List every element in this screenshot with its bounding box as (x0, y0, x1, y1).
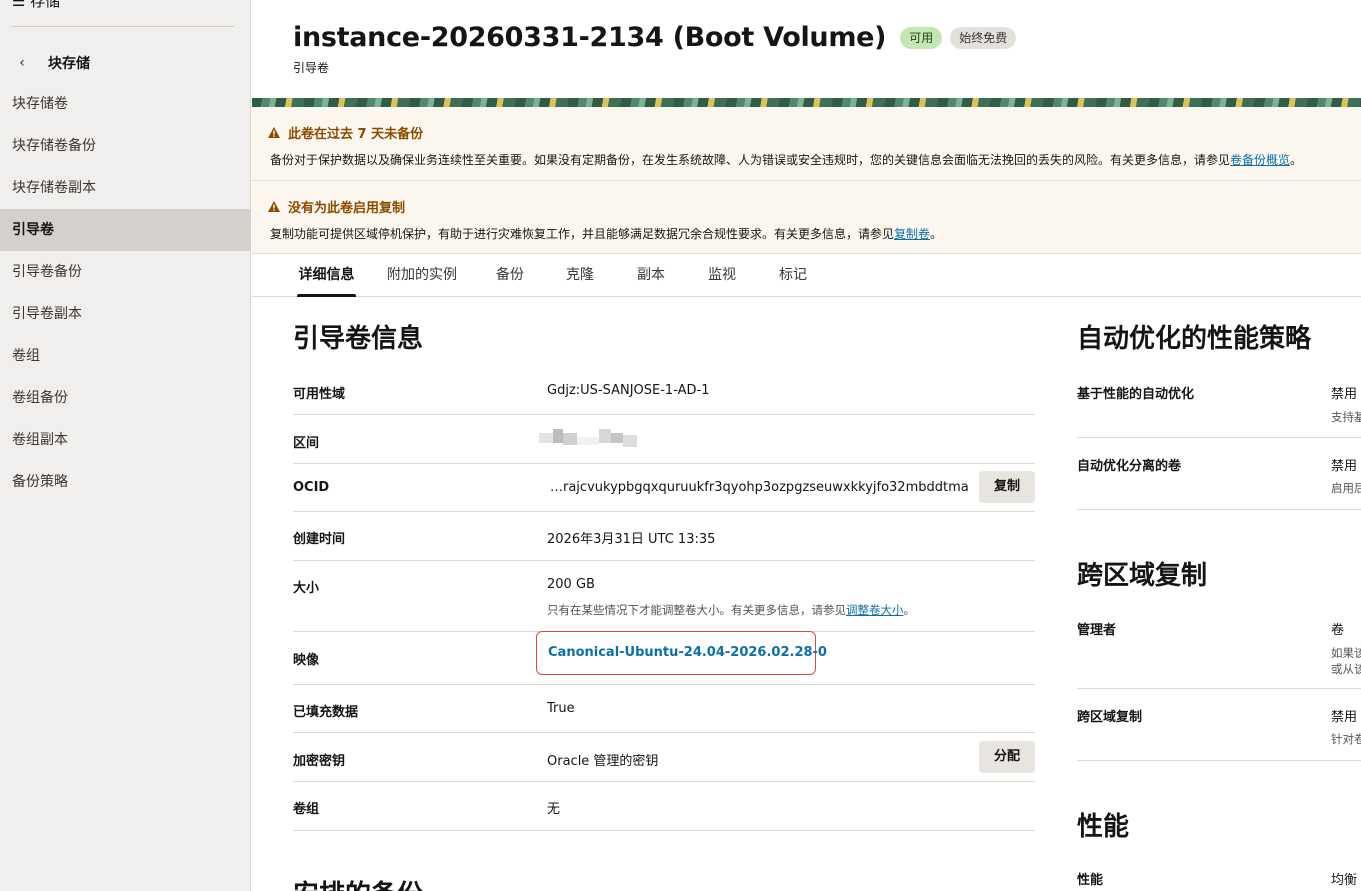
perf-policy-list: 基于性能的自动优化 禁用 支持基 自动优化分离的卷 禁用 启用后 (1077, 366, 1361, 510)
row-compartment: 区间 (293, 415, 1035, 464)
detached-auto-tune-value: 禁用 (1331, 459, 1358, 474)
sidebar: ☰ 存储 ‹ 块存储 块存储卷 块存储卷备份 块存储卷副本 引导卷 引导卷备份 … (0, 0, 251, 891)
image-link[interactable]: Canonical-Ubuntu-24.04-2026.02.28-0 (536, 631, 827, 675)
size-value: 200 GB (547, 577, 595, 592)
page-title: instance-20260331-2134 (Boot Volume) (293, 22, 887, 53)
row-detached-auto-tune: 自动优化分离的卷 禁用 启用后 (1077, 438, 1361, 510)
performance-title: 性能 (1077, 812, 1130, 842)
row-perf-auto-tune: 基于性能的自动优化 禁用 支持基 (1077, 366, 1361, 438)
menu-icon: ☰ (12, 0, 31, 10)
row-created: 创建时间 2026年3月31日 UTC 13:35 (293, 512, 1035, 561)
sidebar-item-backup-policies[interactable]: 备份策略 (0, 461, 251, 503)
alert-body: 复制功能可提供区域停机保护，有助于进行灾难恢复工作，并且能够满足数据冗余合规性要… (270, 227, 943, 241)
sidebar-section-title: 块存储 (48, 56, 90, 72)
sidebar-item-boot-volume-backups[interactable]: 引导卷备份 (0, 251, 251, 293)
sidebar-top-label[interactable]: ☰ 存储 (12, 0, 60, 11)
replicate-volume-link[interactable]: 复制卷 (894, 227, 930, 241)
managed-by-value: 卷 (1331, 623, 1345, 638)
row-encryption-key: 加密密钥 Oracle 管理的密钥 分配 (293, 733, 1035, 782)
tab-attached-instances[interactable]: 附加的实例 (386, 254, 458, 297)
performance-list: 性能 均衡 (1077, 853, 1361, 891)
backup-warning-alert: 此卷在过去 7 天未备份 备份对于保护数据以及确保业务连续性至关重要。如果没有定… (252, 107, 1361, 181)
sidebar-divider (12, 26, 234, 27)
scheduled-backups-title: 安排的备份 (293, 874, 423, 891)
resize-volume-link[interactable]: 调整卷大小 (846, 603, 904, 617)
volume-backup-overview-link[interactable]: 卷备份概览 (1230, 153, 1290, 167)
sidebar-item-block-volume-replicas[interactable]: 块存储卷副本 (0, 167, 251, 209)
row-hydrated: 已填充数据 True (293, 685, 1035, 733)
sidebar-item-boot-volumes[interactable]: 引导卷 (0, 209, 251, 251)
chevron-left-icon: ‹ (19, 55, 25, 71)
sidebar-item-volume-group-backups[interactable]: 卷组备份 (0, 377, 251, 419)
status-badge: 可用 (900, 26, 943, 49)
cross-region-replication-value: 禁用 (1331, 710, 1358, 725)
alert-body: 备份对于保护数据以及确保业务连续性至关重要。如果没有定期备份，在发生系统故障、人… (270, 153, 1303, 167)
row-size: 大小 200 GB 只有在某些情况下才能调整卷大小。有关更多信息，请参见调整卷大… (293, 561, 1035, 632)
free-tier-badge: 始终免费 (950, 26, 1017, 49)
availability-domain-value: Gdjz:US-SANJOSE-1-AD-1 (547, 383, 710, 398)
created-value: 2026年3月31日 UTC 13:35 (547, 532, 716, 547)
row-cross-region-replication: 跨区域复制 禁用 针对卷 (1077, 689, 1361, 761)
detail-tabs: 详细信息 附加的实例 备份 克隆 副本 监视 标记 (252, 254, 1361, 297)
tab-replicas[interactable]: 副本 (636, 254, 666, 297)
volume-group-value: 无 (547, 802, 561, 817)
page-subtitle: 引导卷 (293, 61, 330, 75)
hydrated-value: True (547, 701, 575, 716)
sidebar-item-volume-groups[interactable]: 卷组 (0, 335, 251, 377)
row-managed-by: 管理者 卷 如果该 或从该 (1077, 602, 1361, 689)
alert-title: 没有为此卷启用复制 (288, 201, 406, 216)
sidebar-item-boot-volume-replicas[interactable]: 引导卷副本 (0, 293, 251, 335)
assign-key-button[interactable]: 分配 (978, 741, 1035, 773)
warning-icon (268, 127, 280, 138)
boot-volume-info-list: 可用性域 Gdjz:US-SANJOSE-1-AD-1 区间 OCID …raj… (293, 366, 1035, 831)
sidebar-back-link[interactable]: ‹ 块存储 (12, 50, 90, 76)
perf-auto-tune-value: 禁用 (1331, 387, 1358, 402)
alert-title: 此卷在过去 7 天未备份 (288, 127, 424, 142)
perf-policy-title: 自动优化的性能策略 (1077, 324, 1312, 354)
row-volume-group: 卷组 无 (293, 782, 1035, 831)
tab-backups[interactable]: 备份 (495, 254, 525, 297)
tab-tags[interactable]: 标记 (778, 254, 808, 297)
main-content: instance-20260331-2134 (Boot Volume) 可用 … (252, 0, 1361, 891)
warning-icon (268, 201, 280, 212)
boot-volume-info-title: 引导卷信息 (293, 324, 424, 354)
row-availability-domain: 可用性域 Gdjz:US-SANJOSE-1-AD-1 (293, 366, 1035, 415)
perf-auto-tune-hint: 支持基 (1331, 410, 1361, 424)
decorative-banner (252, 98, 1361, 107)
replication-warning-alert: 没有为此卷启用复制 复制功能可提供区域停机保护，有助于进行灾难恢复工作，并且能够… (252, 181, 1361, 254)
performance-value: 均衡 (1331, 873, 1358, 888)
size-hint: 只有在某些情况下才能调整卷大小。有关更多信息，请参见调整卷大小。 (547, 603, 915, 617)
copy-ocid-button[interactable]: 复制 (978, 471, 1035, 503)
tab-details[interactable]: 详细信息 (297, 254, 356, 297)
managed-by-hint-1: 如果该 (1331, 646, 1361, 660)
encryption-key-value: Oracle 管理的密钥 (547, 754, 659, 769)
managed-by-hint-2: 或从该 (1331, 662, 1361, 676)
ocid-value: …rajcvukypbgqxquruukfr3qyohp3ozpgzseuwxk… (550, 480, 969, 495)
tab-monitoring[interactable]: 监视 (707, 254, 737, 297)
row-performance: 性能 均衡 (1077, 853, 1361, 891)
sidebar-item-volume-group-replicas[interactable]: 卷组副本 (0, 419, 251, 461)
sidebar-item-block-volume-backups[interactable]: 块存储卷备份 (0, 125, 251, 167)
sidebar-nav: 块存储卷 块存储卷备份 块存储卷副本 引导卷 引导卷备份 引导卷副本 卷组 卷组… (0, 83, 251, 503)
row-ocid: OCID …rajcvukypbgqxquruukfr3qyohp3ozpgzs… (293, 464, 1035, 512)
cross-region-replication-hint: 针对卷 (1331, 732, 1361, 746)
row-image: 映像 Canonical-Ubuntu-24.04-2026.02.28-0 (293, 631, 1035, 685)
cross-region-title: 跨区域复制 (1077, 561, 1208, 591)
compartment-value-redacted (539, 425, 645, 453)
cross-region-list: 管理者 卷 如果该 或从该 跨区域复制 禁用 针对卷 (1077, 602, 1361, 761)
sidebar-item-block-volumes[interactable]: 块存储卷 (0, 83, 251, 125)
page-header: instance-20260331-2134 (Boot Volume) 可用 … (293, 22, 1017, 76)
tab-clones[interactable]: 克隆 (565, 254, 595, 297)
detached-auto-tune-hint: 启用后 (1331, 481, 1361, 495)
